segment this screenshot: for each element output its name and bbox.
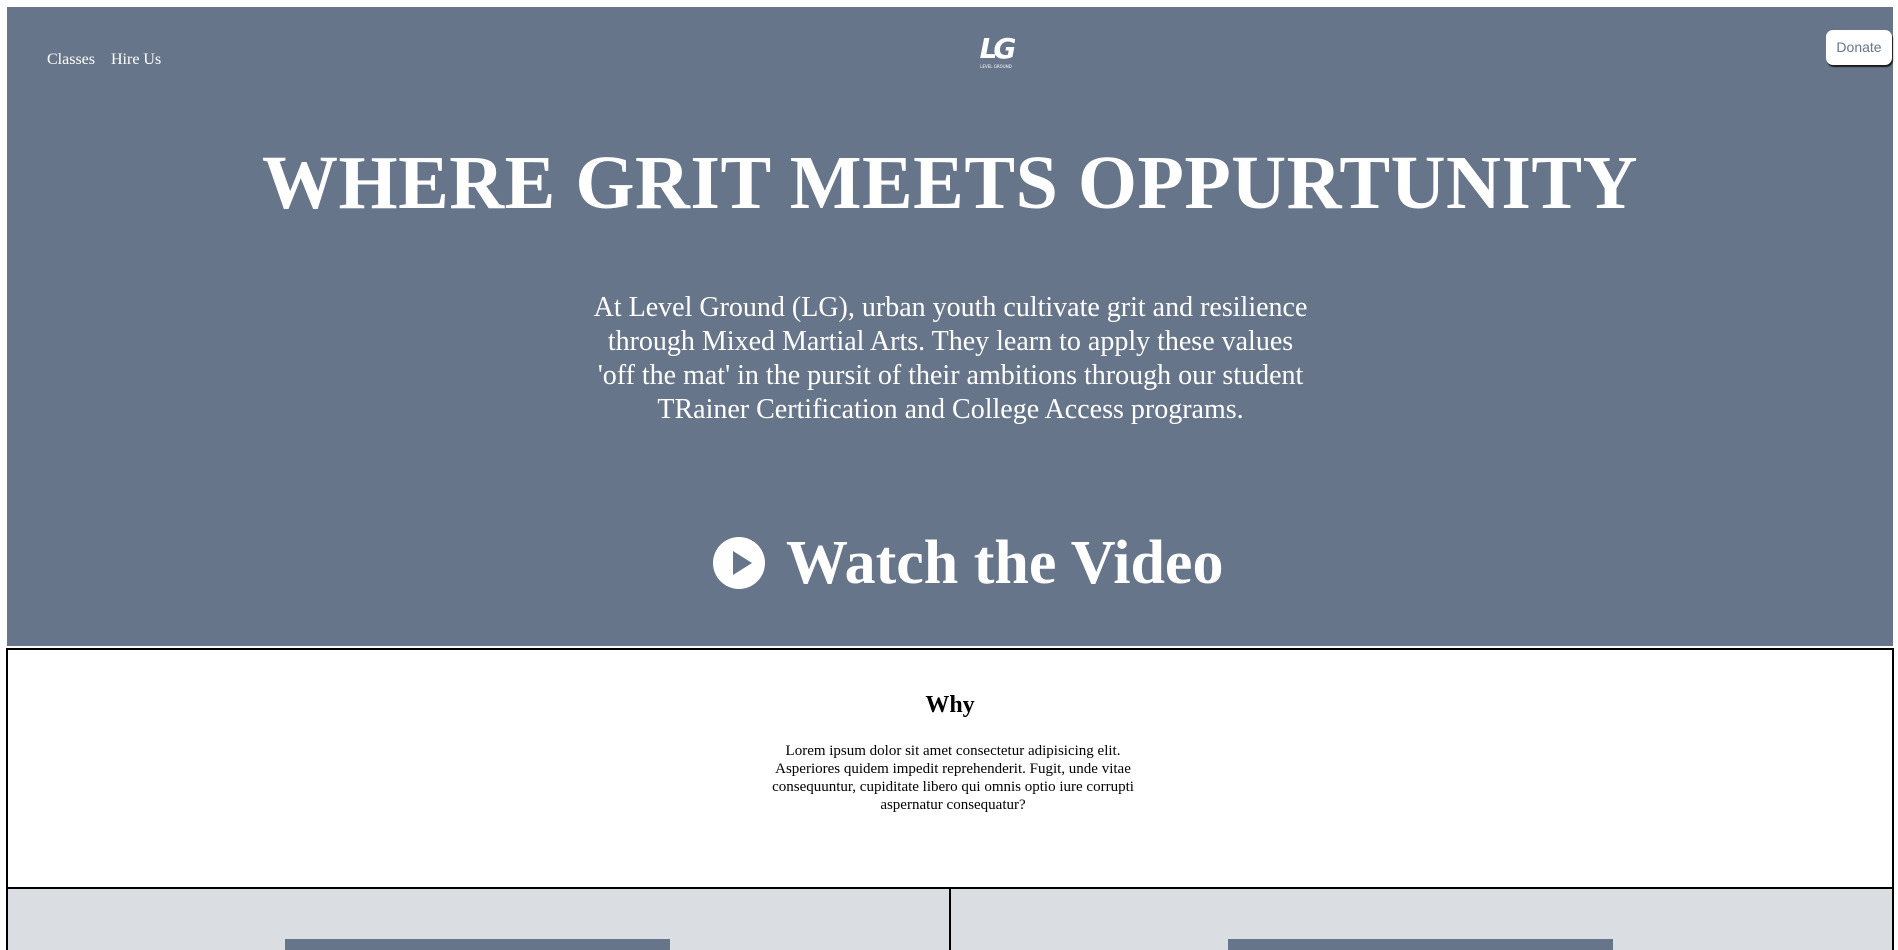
watch-video-label: Watch the Video — [786, 529, 1224, 597]
site-logo[interactable]: LG LEVEL GROUND — [976, 32, 1017, 82]
why-title: Why — [925, 692, 975, 718]
card-image-placeholder — [285, 939, 670, 950]
watch-video-link[interactable]: Watch the Video — [712, 529, 1223, 597]
cards-section — [6, 887, 1894, 950]
donate-button[interactable]: Donate — [1826, 30, 1892, 65]
hero-intro-text: At Level Ground (LG), urban youth cultiv… — [593, 292, 1308, 425]
card-right — [951, 887, 1894, 950]
page: Classes Hire Us LG LEVEL GROUND Donate W… — [0, 0, 1898, 950]
play-circle-icon — [713, 537, 765, 589]
logo-mark: LG — [979, 32, 1017, 65]
logo-subtext: LEVEL GROUND — [980, 64, 1012, 69]
why-text: Lorem ipsum dolor sit amet consectetur a… — [772, 743, 1134, 813]
hero-headline: WHERE GRIT MEETS OPPURTUNITY — [261, 141, 1639, 225]
why-section: Why Lorem ipsum dolor sit amet consectet… — [6, 648, 1894, 889]
nav-link-classes[interactable]: Classes — [47, 51, 95, 69]
main-nav: Classes Hire Us — [47, 51, 161, 69]
hero-section: Classes Hire Us LG LEVEL GROUND Donate W… — [7, 7, 1893, 646]
nav-link-hire-us[interactable]: Hire Us — [111, 51, 161, 69]
card-image-placeholder — [1228, 939, 1613, 950]
card-left — [6, 887, 951, 950]
